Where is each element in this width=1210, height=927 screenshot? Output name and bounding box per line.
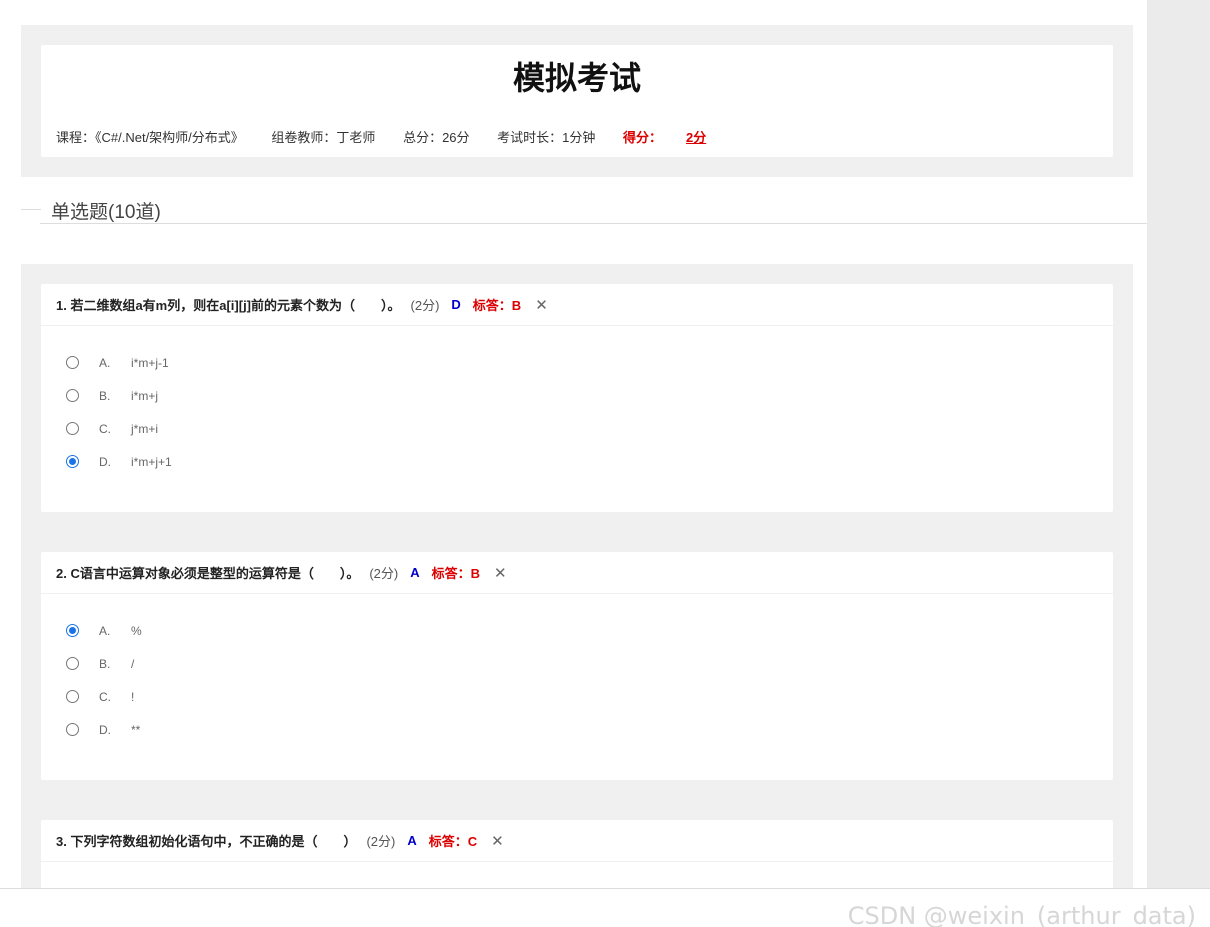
option-text: i*m+j xyxy=(131,388,159,403)
section-divider xyxy=(21,209,41,210)
exam-score-label: 得分： xyxy=(623,130,663,145)
option-list: A. % B. / C. ! D. ** xyxy=(66,614,142,746)
question-card: 1. 若二维数组a有m列，则在a[i][j]前的元素个数为（ ）。 (2分) D… xyxy=(41,284,1113,512)
watermark: CSDN @weixin_(arthur_data) xyxy=(847,902,1196,927)
exam-page: 模拟考试 课程：《C#/.Net/架构师/分布式》 组卷教师：丁老师 总分：26… xyxy=(0,0,1147,888)
option-text: ! xyxy=(131,689,135,704)
option-item[interactable]: B. i*m+j xyxy=(66,379,172,412)
option-letter: A. xyxy=(99,355,111,370)
option-item[interactable]: D. i*m+j+1 xyxy=(66,445,172,478)
question-points: (2分) xyxy=(410,298,440,313)
exam-score-value: 2分 xyxy=(686,130,707,145)
close-icon: ✕ xyxy=(535,295,548,314)
question-text: 1. 若二维数组a有m列，则在a[i][j]前的元素个数为（ ）。 xyxy=(56,298,401,313)
standard-answer: 标答：C xyxy=(428,834,478,849)
option-radio[interactable] xyxy=(66,723,79,736)
option-radio[interactable] xyxy=(66,422,79,435)
standard-answer: 标答：B xyxy=(472,298,522,313)
option-text: ** xyxy=(131,722,141,737)
user-answer: D xyxy=(451,297,461,312)
option-radio[interactable] xyxy=(66,690,79,703)
section-title: 单选题(10道) xyxy=(51,202,161,223)
option-radio[interactable] xyxy=(66,356,79,369)
close-icon: ✕ xyxy=(491,831,504,850)
option-letter: A. xyxy=(99,623,111,638)
question-header: 2. C语言中运算对象必须是整型的运算符是（ ）。 (2分) A 标答：B ✕ xyxy=(41,552,1113,594)
question-header: 1. 若二维数组a有m列，则在a[i][j]前的元素个数为（ ）。 (2分) D… xyxy=(41,284,1113,326)
question-text: 2. C语言中运算对象必须是整型的运算符是（ ）。 xyxy=(56,566,360,581)
exam-total-score: 总分：26分 xyxy=(403,130,470,145)
question-points: (2分) xyxy=(366,834,396,849)
option-radio[interactable] xyxy=(66,657,79,670)
exam-teacher: 组卷教师：丁老师 xyxy=(271,130,376,145)
question-text: 3. 下列字符数组初始化语句中，不正确的是（ ） xyxy=(56,834,357,849)
exam-duration: 考试时长：1分钟 xyxy=(497,130,596,145)
option-item[interactable]: C. j*m+i xyxy=(66,412,172,445)
section-header: 单选题(10道) xyxy=(0,195,1147,225)
option-item[interactable]: A. i*m+j-1 xyxy=(66,346,172,379)
option-item[interactable]: D. ** xyxy=(66,713,142,746)
question-card: 2. C语言中运算对象必须是整型的运算符是（ ）。 (2分) A 标答：B ✕ … xyxy=(41,552,1113,780)
option-item[interactable]: C. ! xyxy=(66,680,142,713)
option-item[interactable]: B. / xyxy=(66,647,142,680)
option-list: A. i*m+j-1 B. i*m+j C. j*m+i D. i*m+j+1 xyxy=(66,346,172,478)
exam-score: 得分： 2分 xyxy=(623,130,730,145)
option-letter: C. xyxy=(99,421,111,436)
exam-meta: 课程：《C#/.Net/架构师/分布式》 组卷教师：丁老师 总分：26分 考试时… xyxy=(56,127,730,146)
section-underline xyxy=(40,223,1147,224)
option-text: j*m+i xyxy=(131,421,159,436)
exam-header-card: 模拟考试 课程：《C#/.Net/架构师/分布式》 组卷教师：丁老师 总分：26… xyxy=(41,45,1113,157)
standard-answer: 标答：B xyxy=(431,566,481,581)
scrollbar-track[interactable] xyxy=(1147,0,1210,888)
exam-title: 模拟考试 xyxy=(512,59,641,97)
exam-course: 课程：《C#/.Net/架构师/分布式》 xyxy=(56,130,244,145)
option-radio-selected[interactable] xyxy=(66,624,79,637)
option-letter: C. xyxy=(99,689,111,704)
option-letter: D. xyxy=(99,722,111,737)
option-text: / xyxy=(131,656,135,671)
user-answer: A xyxy=(410,565,420,580)
question-points: (2分) xyxy=(369,566,399,581)
exam-header-panel: 模拟考试 课程：《C#/.Net/架构师/分布式》 组卷教师：丁老师 总分：26… xyxy=(21,25,1133,177)
option-item[interactable]: A. % xyxy=(66,614,142,647)
close-icon: ✕ xyxy=(494,563,507,582)
option-text: % xyxy=(131,623,142,638)
option-letter: B. xyxy=(99,656,111,671)
questions-panel: 1. 若二维数组a有m列，则在a[i][j]前的元素个数为（ ）。 (2分) D… xyxy=(21,264,1133,888)
option-radio[interactable] xyxy=(66,389,79,402)
question-header: 3. 下列字符数组初始化语句中，不正确的是（ ） (2分) A 标答：C ✕ xyxy=(41,820,1113,862)
option-text: i*m+j+1 xyxy=(131,454,172,469)
option-letter: D. xyxy=(99,454,111,469)
option-radio-selected[interactable] xyxy=(66,455,79,468)
question-card: 3. 下列字符数组初始化语句中，不正确的是（ ） (2分) A 标答：C ✕ xyxy=(41,820,1113,888)
user-answer: A xyxy=(407,833,417,848)
option-letter: B. xyxy=(99,388,111,403)
option-text: i*m+j-1 xyxy=(131,355,169,370)
